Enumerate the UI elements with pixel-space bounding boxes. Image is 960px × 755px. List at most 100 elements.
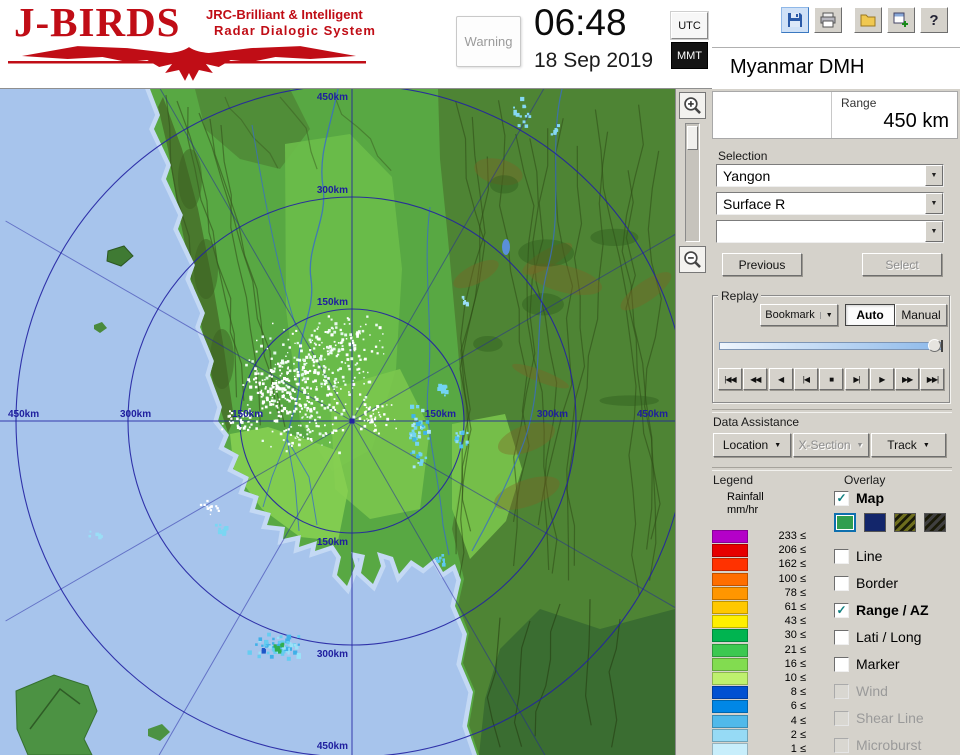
legend-color-swatch — [712, 686, 748, 700]
playback-step-forward-button[interactable]: ▶| — [844, 368, 869, 390]
print-button[interactable] — [814, 7, 842, 33]
help-button[interactable]: ? — [920, 7, 948, 33]
mmt-button[interactable]: MMT — [671, 42, 708, 69]
range-box-divider — [831, 92, 832, 138]
separator — [712, 467, 952, 471]
legend-row: 30 ≤ — [712, 628, 812, 643]
radar-map[interactable]: 150km 150km 150km 150km 300km 300km 300km 300km… — [0, 21, 752, 755]
legend-color-swatch — [712, 700, 748, 714]
selection-site-dropdown[interactable]: Yangon ▼ — [716, 164, 944, 187]
map-zoom-slider[interactable] — [685, 123, 700, 242]
border-checkbox[interactable] — [834, 575, 849, 591]
legend-title-rainfall: Rainfall — [727, 491, 764, 503]
ring-label: 450km — [637, 409, 668, 420]
legend-threshold: 61 ≤ — [784, 601, 806, 613]
selection-extra-dropdown[interactable]: ▼ — [716, 220, 944, 243]
manual-mode-button[interactable]: Manual — [895, 304, 947, 326]
playback-step-back-button[interactable]: |◀ — [793, 368, 818, 390]
zoom-in-button[interactable] — [679, 92, 706, 119]
replay-time-slider[interactable] — [719, 339, 943, 352]
replay-groupbox: Replay Bookmark ▼ Auto Manual |◀◀ ◀◀ ◀ |◀ ■ ▶… — [712, 289, 950, 403]
map-color-swatch-gray-hatch[interactable] — [924, 513, 946, 532]
utc-button[interactable]: UTC — [671, 12, 708, 39]
playback-fast-forward-button[interactable]: ▶▶ — [895, 368, 920, 390]
zoom-out-button[interactable] — [679, 246, 706, 273]
previous-button[interactable]: Previous — [722, 253, 802, 276]
line-checkbox[interactable] — [834, 548, 849, 564]
playback-skip-end-button[interactable]: ▶▶| — [920, 368, 945, 390]
replay-slider-thumb[interactable] — [928, 339, 941, 352]
legend-threshold: 4 ≤ — [790, 714, 806, 727]
panel-content: Range 450 km Selection Yangon ▼ Surface R ▼… — [712, 89, 960, 755]
open-folder-button[interactable] — [854, 7, 882, 33]
playback-stop-button[interactable]: ■ — [819, 368, 844, 390]
legend-color-swatch — [712, 530, 748, 543]
dropdown-arrow-button[interactable]: ▼ — [925, 221, 943, 242]
playback-play-button[interactable]: ▶ — [869, 368, 894, 390]
warning-button[interactable]: Warning — [456, 16, 521, 67]
save-button[interactable] — [781, 7, 809, 33]
legend-threshold: 6 ≤ — [790, 700, 806, 713]
zoom-out-icon — [684, 251, 701, 268]
overlay-item-label: Line — [856, 548, 883, 564]
lati-long-checkbox[interactable] — [834, 629, 849, 645]
selection-product-dropdown[interactable]: Surface R ▼ — [716, 192, 944, 215]
zoom-in-icon — [684, 97, 701, 114]
new-window-icon — [893, 12, 908, 27]
legend-row: 10 ≤ — [712, 671, 812, 685]
playback-skip-start-button[interactable]: |◀◀ — [718, 368, 742, 390]
ring-label: 300km — [120, 409, 151, 420]
overlay-item-range-az[interactable]: ✓ Range / AZ — [834, 601, 929, 619]
legend-color-swatch — [712, 629, 748, 643]
ring-label: 150km — [232, 409, 263, 420]
dropdown-value: Yangon — [723, 168, 771, 184]
overlay-item-line[interactable]: Line — [834, 547, 882, 565]
dropdown-arrow-button[interactable]: ▼ — [925, 193, 943, 214]
chevron-down-icon: ▼ — [922, 441, 930, 449]
bookmark-dropdown-button[interactable]: Bookmark ▼ — [760, 304, 838, 326]
legend-threshold: 2 ≤ — [790, 728, 806, 741]
new-window-button[interactable] — [887, 7, 915, 33]
overlay-item-border[interactable]: Border — [834, 574, 898, 592]
app-logo-tagline-1: JRC-Brilliant & Intelligent — [206, 7, 363, 22]
toolbar: ? — [781, 7, 951, 33]
playback-fast-rewind-button[interactable]: ◀◀ — [743, 368, 768, 390]
marker-checkbox[interactable] — [834, 656, 849, 672]
ring-label: 450km — [317, 92, 348, 103]
legend-row: 16 ≤ — [712, 657, 812, 671]
legend-title-unit: mm/hr — [727, 504, 759, 516]
overlay-item-label: Shear Line — [856, 710, 924, 726]
track-button[interactable]: Track ▼ — [871, 433, 946, 457]
radar-map-area: 150km 150km 150km 150km 300km 300km 300km 300km… — [0, 21, 752, 755]
legend-row: 1 ≤ — [712, 742, 812, 755]
overlay-item-marker[interactable]: Marker — [834, 655, 900, 673]
legend-color-swatch — [712, 672, 748, 685]
range-label: Range — [841, 96, 877, 110]
microburst-checkbox — [834, 737, 849, 753]
selection-label: Selection — [718, 149, 768, 163]
location-button[interactable]: Location ▼ — [713, 433, 791, 457]
legend-color-swatch — [712, 586, 748, 600]
legend-row: 100 ≤ — [712, 572, 812, 586]
ring-label: 450km — [317, 741, 348, 752]
map-checkbox[interactable]: ✓ — [834, 490, 849, 506]
overlay-item-map[interactable]: ✓ Map — [834, 489, 884, 507]
legend-row: 6 ≤ — [712, 699, 812, 714]
playback-reverse-button[interactable]: ◀ — [768, 368, 793, 390]
overlay-item-label: Microburst — [856, 737, 922, 753]
clock-time: 06:48 — [534, 2, 627, 43]
map-color-swatch-green[interactable] — [834, 513, 856, 532]
legend-color-swatch — [712, 643, 748, 657]
select-button[interactable]: Select — [862, 253, 942, 276]
map-color-swatch-olive-hatch[interactable] — [894, 513, 916, 532]
legend-threshold: 1 ≤ — [790, 743, 806, 755]
data-assistance-buttons: Location ▼ X-Section ▼ Track ▼ — [712, 433, 952, 457]
overlay-item-lati-long[interactable]: Lati / Long — [834, 628, 921, 646]
auto-mode-button[interactable]: Auto — [845, 304, 895, 326]
map-zoom-slider-thumb[interactable] — [687, 126, 698, 150]
map-color-swatch-navy[interactable] — [864, 513, 886, 532]
range-az-checkbox[interactable]: ✓ — [834, 602, 849, 618]
legend-threshold: 206 ≤ — [778, 544, 806, 557]
dropdown-arrow-button[interactable]: ▼ — [925, 165, 943, 186]
overlay-item-label: Range / AZ — [856, 602, 929, 618]
